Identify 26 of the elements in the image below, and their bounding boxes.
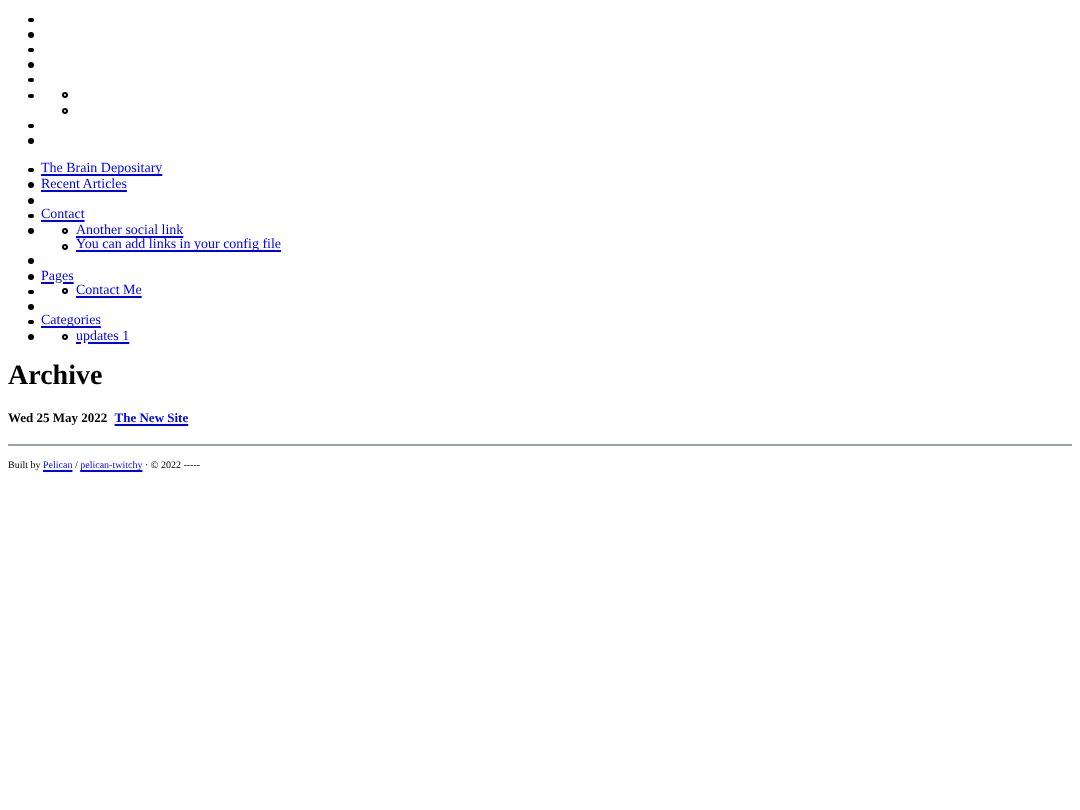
bullet-icon — [62, 288, 68, 295]
bullet-icon — [62, 334, 68, 341]
bullet-icon — [28, 228, 33, 234]
page-heading: Archive — [8, 362, 105, 395]
bullet-icon — [28, 93, 33, 99]
bullet-icon — [28, 17, 33, 23]
bullet-icon — [28, 289, 33, 295]
bullet-icon — [28, 182, 33, 188]
bullet-icon — [28, 319, 33, 325]
bullet-icon — [28, 167, 33, 173]
bullet-icon — [28, 198, 33, 204]
bullet-icon — [28, 77, 33, 83]
bullet-icon — [28, 213, 33, 219]
bullet-icon — [28, 274, 33, 280]
bullet-icon — [28, 32, 33, 38]
bullet-icon — [62, 107, 68, 114]
bullet-icon — [62, 228, 68, 235]
bullet-icon — [62, 92, 68, 99]
bullet-icon — [28, 138, 33, 144]
bullet-icon — [62, 243, 68, 250]
bullet-icon — [28, 258, 33, 264]
bullet-icon — [28, 123, 33, 129]
bullet-icon — [28, 62, 33, 68]
bullet-icon — [28, 304, 33, 310]
bullet-icon — [28, 334, 33, 340]
bullet-icon — [28, 47, 33, 53]
